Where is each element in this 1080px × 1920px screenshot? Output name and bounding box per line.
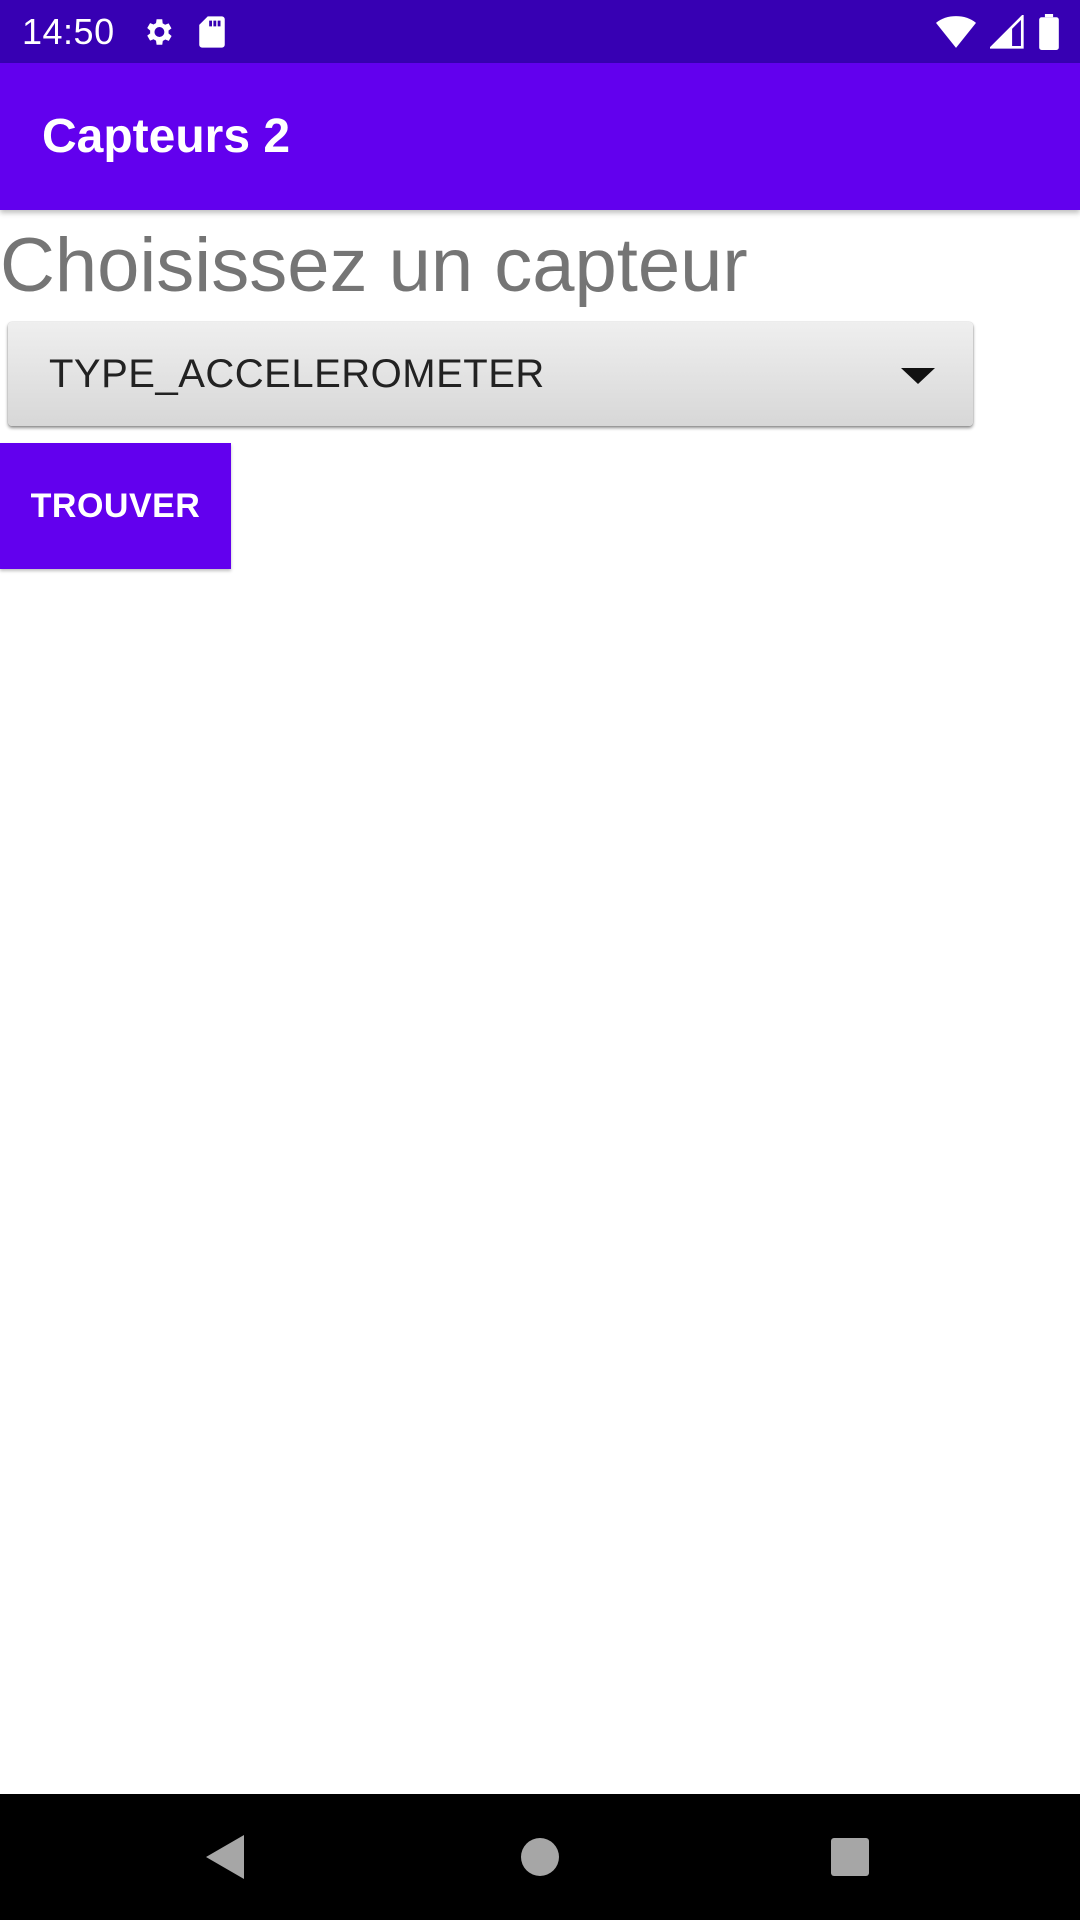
- battery-icon: [1038, 13, 1060, 50]
- recents-icon: [831, 1838, 869, 1876]
- sensor-spinner[interactable]: TYPE_ACCELEROMETER: [8, 322, 973, 426]
- status-time: 14:50: [22, 10, 115, 52]
- sd-card-icon: [197, 15, 227, 49]
- app-bar: Capteurs 2: [0, 63, 1080, 210]
- home-button[interactable]: [470, 1794, 610, 1920]
- cell-signal-icon: [990, 14, 1024, 49]
- status-left-icons: [141, 15, 227, 49]
- recents-button[interactable]: [780, 1794, 920, 1920]
- find-button[interactable]: TROUVER: [0, 443, 231, 569]
- settings-icon: [141, 15, 175, 49]
- status-right-icons: [936, 0, 1060, 63]
- back-button[interactable]: [156, 1794, 296, 1920]
- app-title: Capteurs 2: [42, 110, 291, 163]
- status-bar: 14:50: [0, 0, 1080, 63]
- screen: 14:50 Capteurs 2 Choisissez un capteur T…: [0, 0, 1080, 1920]
- wifi-icon: [936, 15, 976, 49]
- back-icon: [206, 1835, 244, 1879]
- dropdown-arrow-icon: [901, 368, 935, 384]
- spinner-selected-value: TYPE_ACCELEROMETER: [49, 351, 545, 396]
- page-heading: Choisissez un capteur: [0, 223, 748, 308]
- home-icon: [521, 1838, 559, 1876]
- navigation-bar: [0, 1794, 1080, 1920]
